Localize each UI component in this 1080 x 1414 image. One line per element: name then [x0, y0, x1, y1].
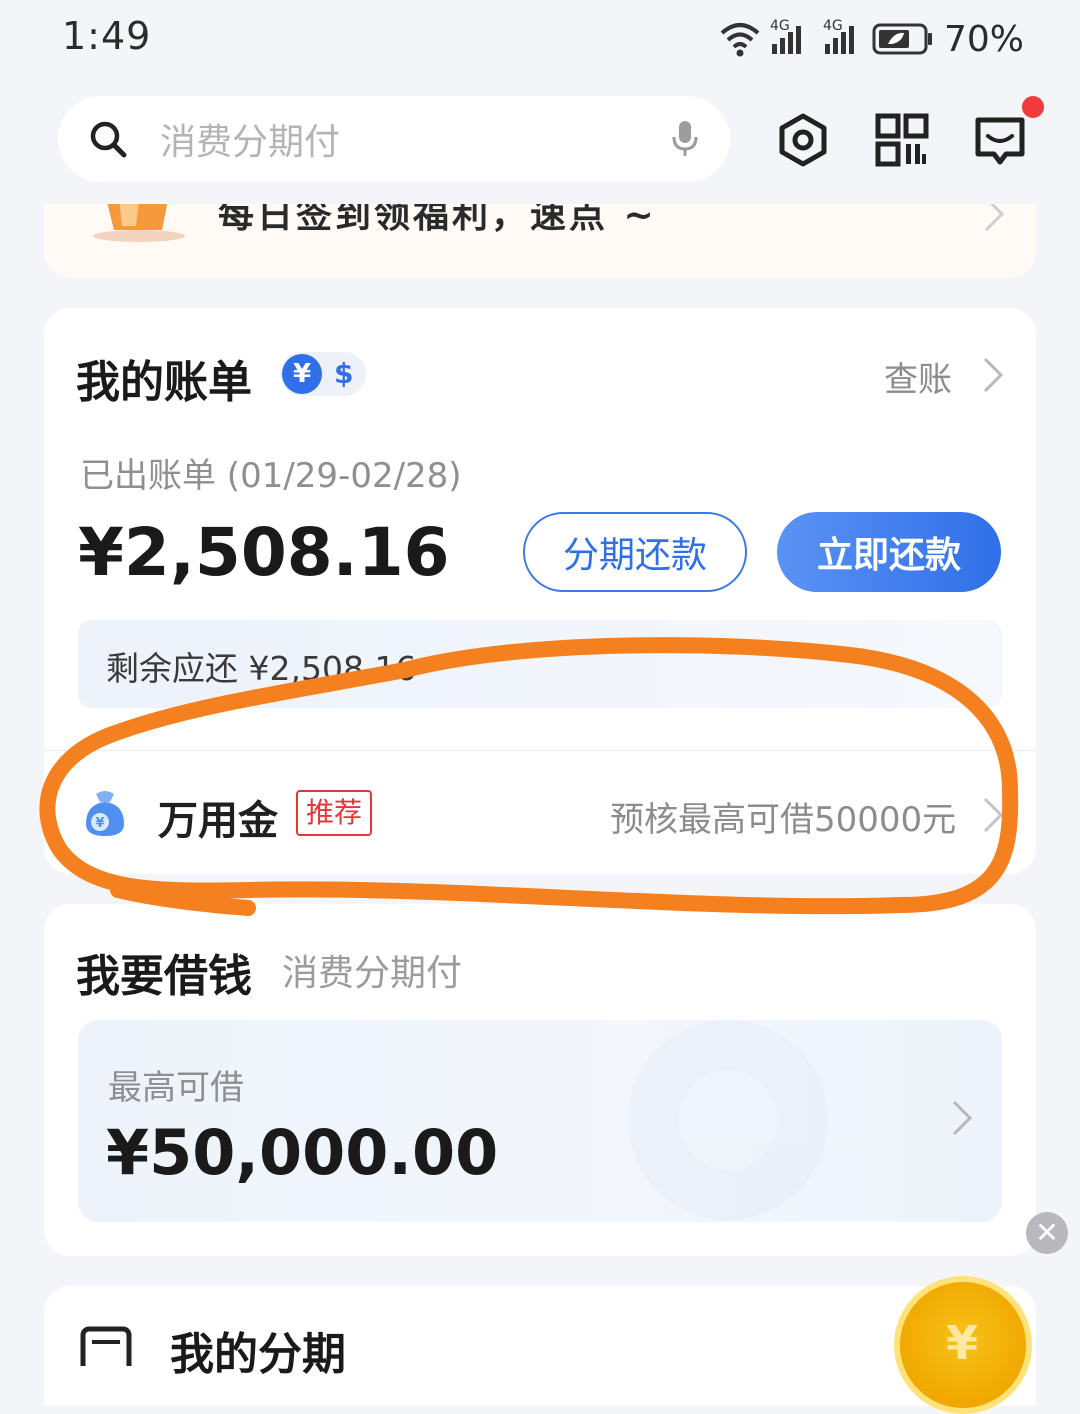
precheck-limit-text[interactable]: 预核最高可借50000元: [610, 792, 956, 841]
bill-amount: ¥2,508.16: [78, 514, 450, 591]
network-type-2: 4G: [822, 18, 843, 34]
borrow-subtitle: 消费分期付: [282, 953, 463, 994]
battery-percent: 70%: [943, 18, 1024, 60]
search-input[interactable]: 消费分期付: [160, 113, 670, 165]
bill-period: 已出账单 (01/29-02/28): [80, 456, 462, 496]
search-icon: [90, 121, 127, 158]
battery-icon: [872, 23, 932, 55]
search-bar[interactable]: 消费分期付: [58, 96, 730, 182]
document-icon: [80, 1326, 132, 1366]
qr-code-icon[interactable]: [872, 110, 932, 170]
microphone-icon[interactable]: [670, 119, 700, 159]
status-time: 1:49: [62, 14, 152, 58]
close-float-button[interactable]: ✕: [1026, 1212, 1068, 1254]
wifi-icon: [720, 23, 760, 57]
remaining-amount: 剩余应还 ¥2,508.16: [106, 649, 417, 688]
chevron-right-icon: [984, 200, 1005, 232]
max-borrow-amount: ¥50,000.00: [106, 1116, 499, 1189]
money-bag-icon: ¥: [86, 791, 124, 836]
view-bill-link[interactable]: 查账: [884, 352, 952, 401]
yen-option[interactable]: ¥: [282, 354, 322, 394]
signal-icon-2: 4G: [823, 18, 854, 54]
status-icons: 4G 4G 70%: [718, 16, 1024, 62]
message-icon[interactable]: [970, 110, 1030, 170]
max-borrow-label: 最高可借: [108, 1068, 244, 1108]
dollar-option[interactable]: $: [334, 354, 353, 394]
gift-cup-icon: [93, 200, 185, 242]
notification-dot: [1022, 96, 1044, 118]
repay-now-button[interactable]: 立即还款: [777, 512, 1001, 592]
chevron-right-icon[interactable]: [982, 356, 1004, 394]
coin-symbol: ¥: [946, 1316, 979, 1370]
network-type-1: 4G: [769, 18, 790, 34]
chevron-right-icon[interactable]: [982, 796, 1004, 834]
settings-icon[interactable]: [773, 110, 833, 170]
installments-title: 我的分期: [170, 1329, 346, 1380]
svg-text:¥: ¥: [95, 816, 104, 831]
chevron-right-icon: [952, 1100, 973, 1136]
watermark-logo-icon: [628, 1020, 828, 1220]
installment-repay-button[interactable]: 分期还款: [523, 512, 747, 592]
divider: [44, 750, 1036, 751]
scroll-clip: [0, 182, 1080, 204]
borrow-title: 我要借钱: [76, 951, 252, 1002]
signal-icon-1: 4G: [770, 18, 801, 54]
recommend-tag: 推荐: [296, 790, 372, 836]
wanyongjin-label[interactable]: 万用金: [158, 788, 278, 846]
bill-title: 我的账单: [76, 357, 252, 408]
